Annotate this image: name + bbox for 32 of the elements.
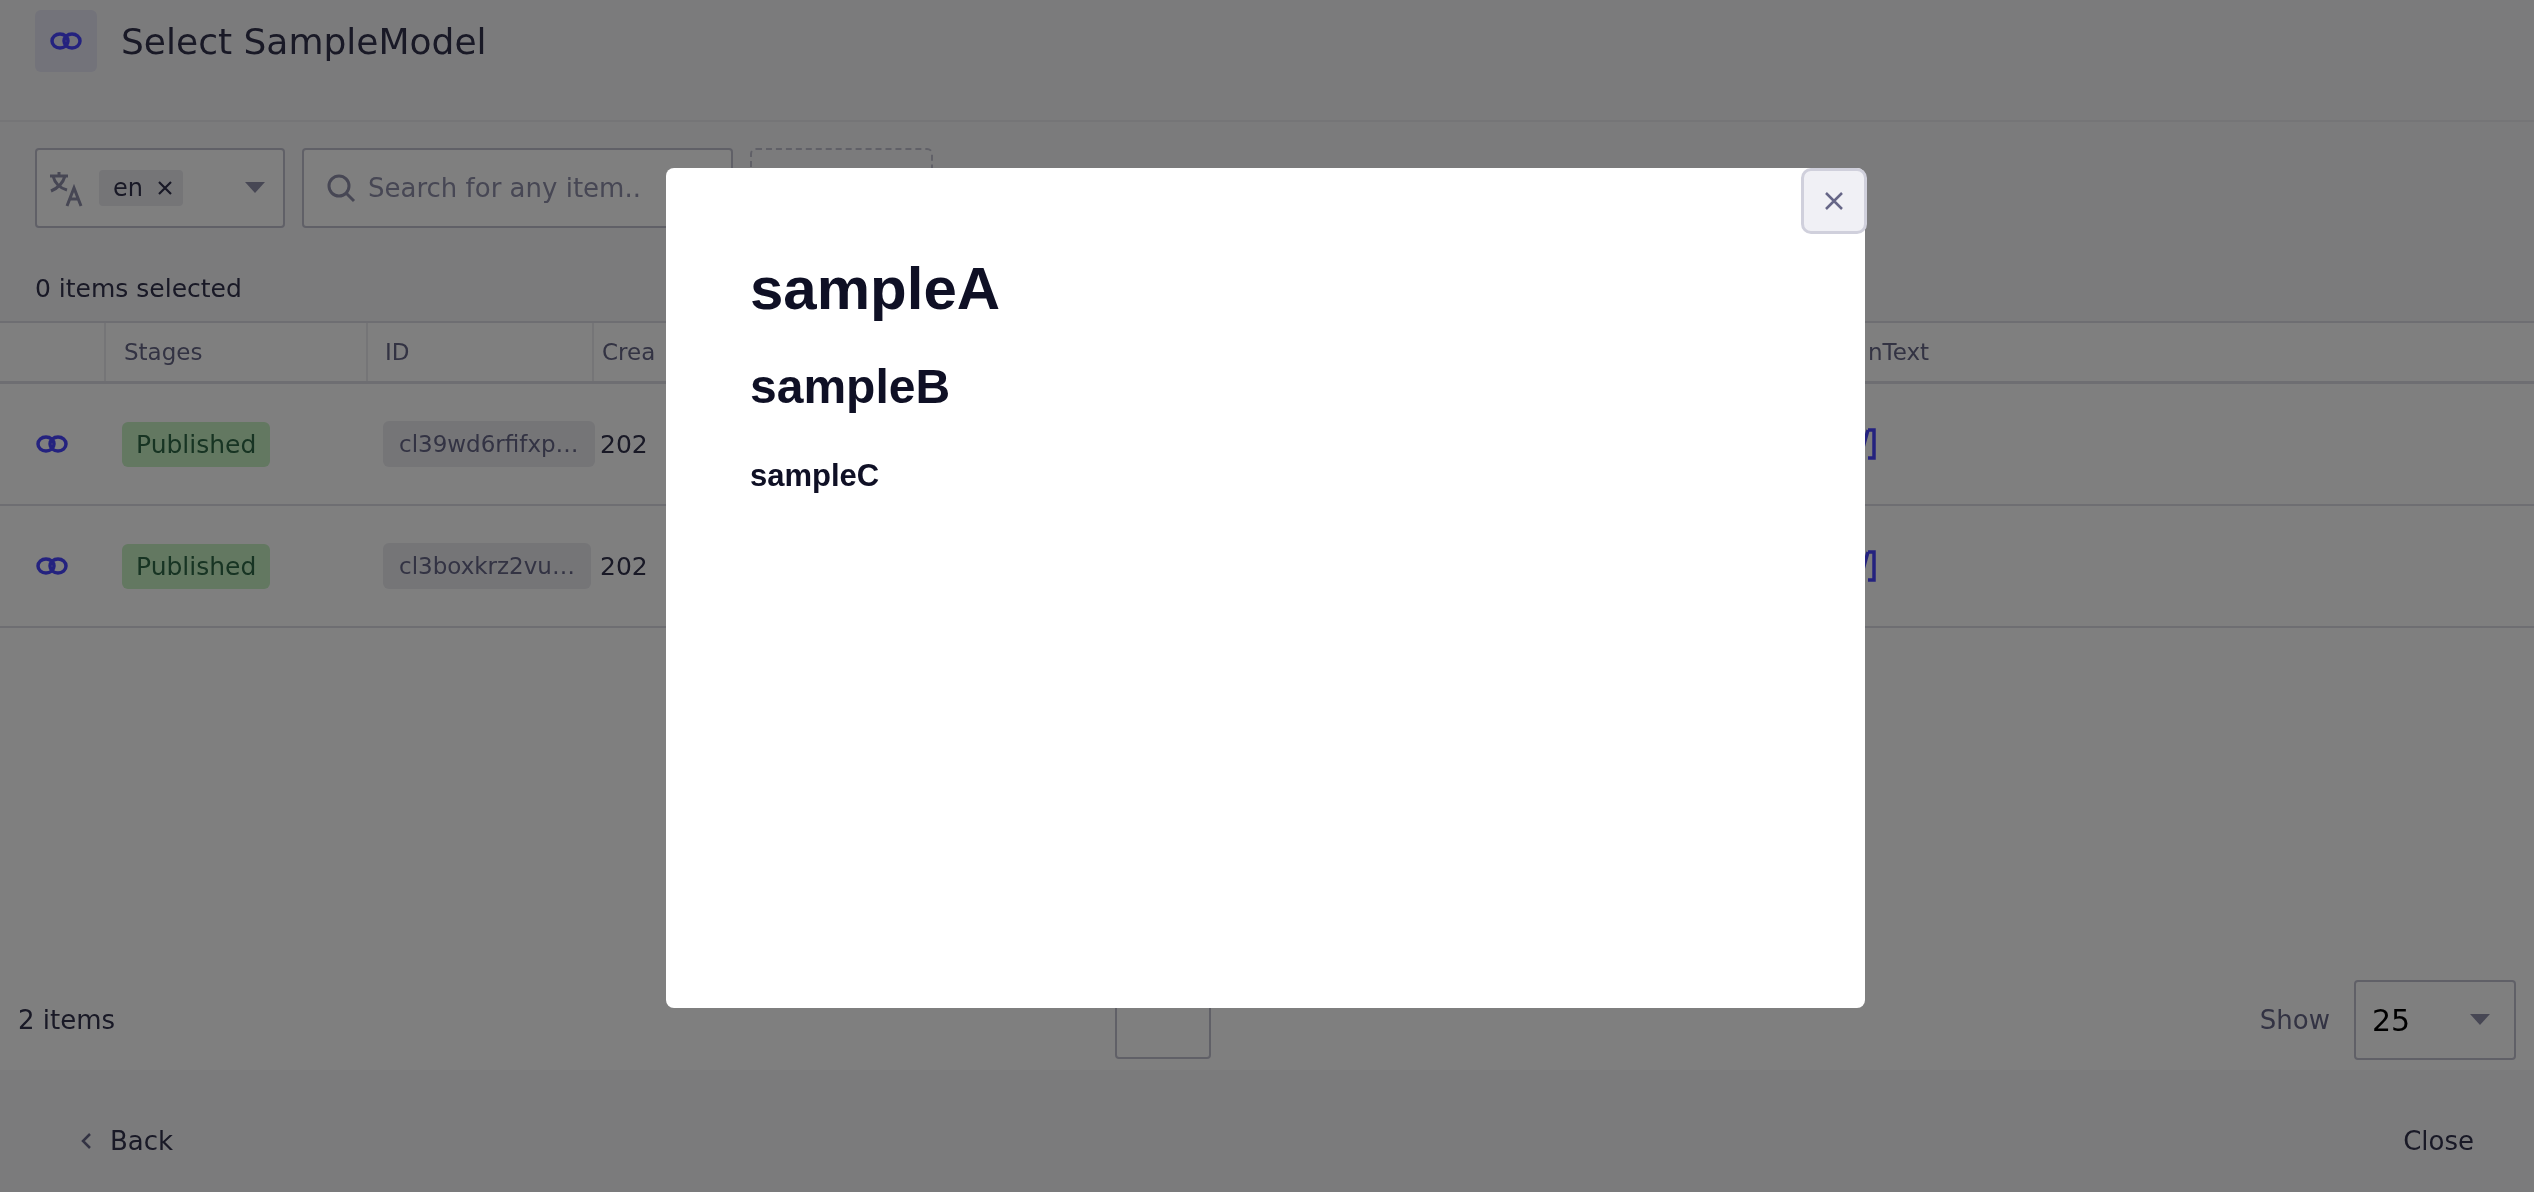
column-header: Crea xyxy=(602,339,656,365)
item-count: 2 items xyxy=(18,1005,116,1035)
chevron-icon xyxy=(80,1132,92,1150)
id-badge: cl39wd6rfifxp… xyxy=(383,421,595,467)
heading: sampleB xyxy=(750,359,951,414)
status-badge: Published xyxy=(122,421,271,467)
link-icon xyxy=(35,10,97,72)
close-button[interactable]: Close xyxy=(2383,1116,2494,1166)
back-button[interactable]: Back xyxy=(60,1116,194,1166)
window-title: Select SampleModel xyxy=(121,20,487,62)
column-header: ID xyxy=(385,339,410,365)
selection-count: 0 items selected xyxy=(35,274,242,303)
close-icon[interactable] xyxy=(157,180,173,196)
heading: sampleC xyxy=(750,458,880,494)
link-icon[interactable] xyxy=(35,434,69,454)
close-button[interactable] xyxy=(1801,168,1867,234)
close-icon xyxy=(1824,191,1844,211)
locale-tag[interactable]: en xyxy=(99,170,183,206)
column-header: Stages xyxy=(124,339,203,365)
link-icon[interactable] xyxy=(35,556,69,576)
caret-icon xyxy=(245,182,265,194)
caret-icon xyxy=(2470,1014,2490,1026)
column-header: nText xyxy=(1868,339,1930,365)
status-badge: Published xyxy=(122,543,271,589)
locale-select[interactable]: en xyxy=(35,148,285,228)
show-label: Show xyxy=(2259,1005,2330,1035)
id-badge: cl3boxkrz2vu… xyxy=(383,543,591,589)
table-cell: 202 xyxy=(600,429,648,459)
search-icon xyxy=(326,173,356,203)
heading: sampleA xyxy=(750,254,1001,323)
page-size-select[interactable]: 25 xyxy=(2354,980,2516,1060)
table-cell: 202 xyxy=(600,551,648,581)
